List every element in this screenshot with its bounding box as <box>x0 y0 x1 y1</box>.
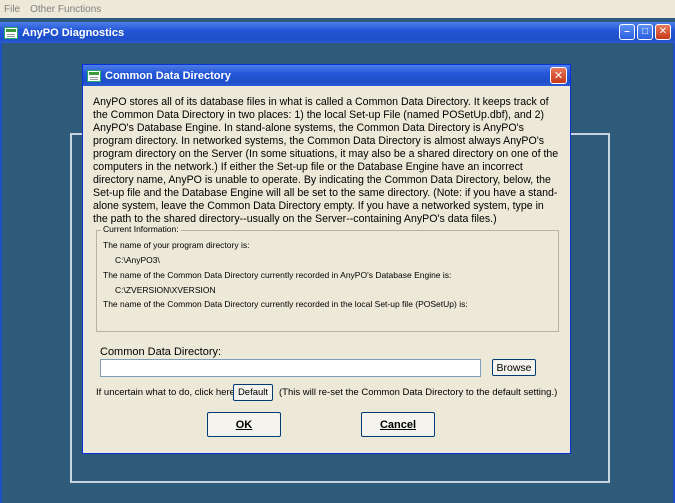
engine-dir-label: The name of the Common Data Directory cu… <box>103 270 452 280</box>
menu-bar: File Other Functions <box>0 0 675 18</box>
dialog-close-icon[interactable]: ✕ <box>550 67 567 84</box>
engine-dir-value: C:\ZVERSION\XVERSION <box>115 285 216 295</box>
cdd-label: Common Data Directory: <box>100 346 222 358</box>
ok-button[interactable]: OK <box>207 412 281 437</box>
intro-text: AnyPO stores all of its database files i… <box>93 96 559 225</box>
current-information-legend: Current Information: <box>101 224 181 234</box>
window-controls: – □ ✕ <box>619 24 671 40</box>
reset-note: (This will re-set the Common Data Direct… <box>279 387 558 398</box>
dialog-title: Common Data Directory <box>105 69 231 82</box>
menu-file[interactable]: File <box>4 4 20 15</box>
cdd-input[interactable] <box>100 359 481 377</box>
browse-button[interactable]: Browse <box>492 359 536 376</box>
default-button[interactable]: Default <box>233 384 273 401</box>
uncertain-text: If uncertain what to do, click here: <box>96 387 238 398</box>
common-data-directory-dialog: Common Data Directory ✕ AnyPO stores all… <box>82 64 571 454</box>
cancel-button[interactable]: Cancel <box>361 412 435 437</box>
current-information-group: Current Information: The name of your pr… <box>96 224 559 332</box>
program-dir-value: C:\AnyPO3\ <box>115 255 160 265</box>
main-window-titlebar: AnyPO Diagnostics – □ ✕ <box>0 22 675 43</box>
minimize-icon[interactable]: – <box>619 24 635 40</box>
dialog-app-icon <box>87 69 101 82</box>
main-window-title: AnyPO Diagnostics <box>22 26 125 39</box>
dialog-titlebar: Common Data Directory ✕ <box>83 65 570 86</box>
app-icon <box>4 26 18 39</box>
setup-dir-label: The name of the Common Data Directory cu… <box>103 299 468 309</box>
program-dir-label: The name of your program directory is: <box>103 240 250 250</box>
close-icon[interactable]: ✕ <box>655 24 671 40</box>
maximize-icon[interactable]: □ <box>637 24 653 40</box>
menu-other-functions[interactable]: Other Functions <box>30 4 101 15</box>
